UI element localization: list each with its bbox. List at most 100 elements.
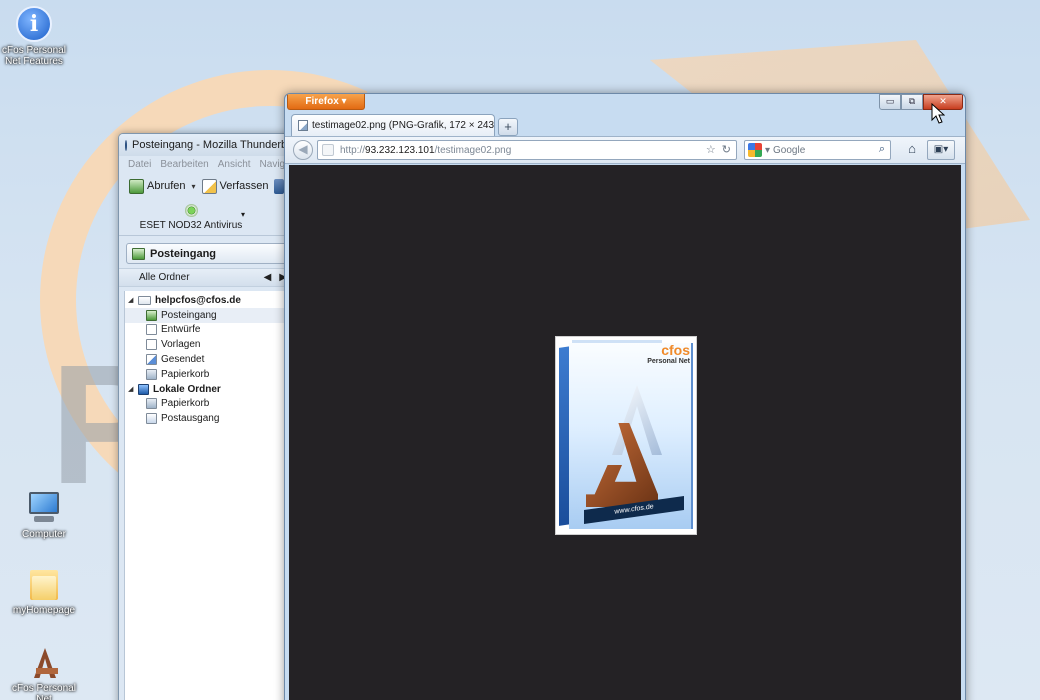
google-icon[interactable] [748,143,762,157]
trash-icon [146,398,157,410]
folder-icon [26,566,62,602]
folder-label: Vorlagen [161,339,201,351]
desktop-icon-cfos-personal-net[interactable]: cFos Personal Net [4,644,84,700]
folder-label: Gesendet [161,354,205,366]
eset-label: ESET NOD32 Antivirus [139,220,243,231]
expand-toggle[interactable]: ◢ [128,385,134,393]
menu-file[interactable]: Datei [128,159,151,170]
restore-button[interactable]: ⧉ [901,94,923,110]
mouse-cursor-icon [931,103,945,124]
desktop-icon-label: cFos Personal Net [12,683,76,700]
eset-status-icon [184,204,198,217]
inbox-icon [146,309,157,321]
tab-strip: testimage02.png (PNG-Grafik, 172 × 243 .… [291,113,518,136]
trash-icon [146,368,157,380]
window-title: Posteingang - Mozilla Thunderbird [132,139,294,151]
folder-label: Entwürfe [161,324,201,336]
search-bar[interactable]: ▾ Google ⌕ [744,140,891,160]
folder-inbox[interactable]: Posteingang [125,307,293,323]
home-icon[interactable]: ⌂ [901,140,923,160]
new-tab-button[interactable]: + [498,118,518,136]
firefox-menu-button[interactable]: Firefox ▾ [287,94,365,110]
address-book-icon[interactable] [274,178,285,194]
menu-bar: Datei Bearbeiten Ansicht Navigation [119,156,293,172]
folder-pane-header: Alle Ordner ◀ ▶ [119,268,293,287]
tab-testimage[interactable]: testimage02.png (PNG-Grafik, 172 × 243 .… [291,114,495,136]
folder-local-folders[interactable]: ◢ Lokale Ordner [125,382,293,397]
minimize-button[interactable]: ▭ [879,94,901,110]
expand-toggle[interactable]: ◢ [128,296,134,304]
desktop-icon-computer[interactable]: Computer [4,490,84,540]
bookmark-star-icon[interactable]: ☆ [706,143,716,156]
search-engine-dropdown[interactable]: ▾ [765,145,770,156]
folder-templates[interactable]: Vorlagen [125,337,293,352]
templates-icon [146,339,157,351]
url-scheme: http:// [340,144,366,156]
tab-title: testimage02.png (PNG-Grafik, 172 × 243 .… [312,120,495,131]
cfos-logo: cfos Personal Net [647,342,690,365]
reload-icon[interactable]: ↻ [722,143,731,156]
get-mail-button[interactable]: Abrufen [129,178,186,194]
account-icon [138,295,151,305]
cfos-brand-text: cfos [661,342,690,358]
desktop-icon-label: Computer [22,529,66,540]
write-label: Verfassen [219,180,269,192]
mail-toolbar: Abrufen ▾ Verfassen [119,172,293,200]
sent-icon [146,354,157,366]
computer-icon [26,490,62,526]
folder-outbox[interactable]: Postausgang [125,411,293,426]
folder-label: Lokale Ordner [153,383,221,395]
folder-label: Papierkorb [161,368,210,380]
menu-edit[interactable]: Bearbeiten [160,159,208,170]
cfos-app-icon [26,644,62,680]
firefox-window[interactable]: Firefox ▾ ▭ ⧉ ✕ testimage02.png (PNG-Gra… [284,93,966,700]
search-icon[interactable]: ⌕ [879,143,885,156]
info-icon: i [16,6,52,42]
site-identity-icon[interactable] [322,144,334,156]
current-folder-button[interactable]: Posteingang [126,243,287,264]
bookmarks-menu-button[interactable]: ▣▾ [927,140,955,160]
page-content: cfos Personal Net www.cfos.de [289,165,961,700]
folder-pane-title: Alle Ordner [139,272,190,283]
menu-view[interactable]: Ansicht [218,159,251,170]
url-bar[interactable]: http://93.232.123.101/testimage02.png ☆ … [317,140,737,160]
drafts-icon [146,324,157,336]
compose-icon [201,178,217,194]
outbox-icon [146,413,157,425]
folder-account[interactable]: ◢ helpcfos@cfos.de [125,293,293,308]
desktop-icon-label: cFos Personal Net Features [2,45,66,67]
write-button[interactable]: Verfassen [201,178,269,194]
get-mail-dropdown[interactable]: ▾ [192,182,196,191]
back-button[interactable]: ◀ [293,140,313,160]
folder-drafts[interactable]: Entwürfe [125,323,293,338]
displayed-png-image[interactable]: cfos Personal Net www.cfos.de [555,336,697,535]
desktop-icon-cfos-features[interactable]: i cFos Personal Net Features [0,6,74,67]
url-text[interactable]: http://93.232.123.101/testimage02.png [340,145,511,156]
thunderbird-logo-icon [125,139,127,151]
url-host: 93.232.123.101 [365,144,435,156]
folder-label: helpcfos@cfos.de [155,294,241,306]
desktop-icon-label: myHomepage [12,605,76,616]
folder-label: Papierkorb [161,398,210,410]
thunderbird-titlebar[interactable]: Posteingang - Mozilla Thunderbird [119,134,293,156]
folder-tree: ◢ helpcfos@cfos.de Posteingang Entwürfe … [124,291,293,700]
folder-sent[interactable]: Gesendet [125,352,293,367]
folder-trash[interactable]: Papierkorb [125,367,293,382]
search-placeholder: Google [773,144,806,156]
local-folders-icon [138,383,149,395]
inbox-icon [132,247,145,260]
eset-dropdown[interactable]: ▾ [241,210,245,219]
folder-label: Postausgang [161,413,220,425]
get-mail-icon [129,178,144,194]
folder-view-prev-button[interactable]: ◀ [264,272,272,283]
folder-label: Posteingang [161,309,217,321]
window-controls: ▭ ⧉ ✕ [879,94,963,110]
current-folder-label: Posteingang [150,247,217,260]
navigation-toolbar: ◀ http://93.232.123.101/testimage02.png … [285,136,965,164]
url-path: /testimage02.png [434,144,512,156]
folder-local-trash[interactable]: Papierkorb [125,397,293,412]
thunderbird-window[interactable]: Posteingang - Mozilla Thunderbird Datei … [118,133,294,700]
eset-toolbar-button[interactable]: ESET NOD32 Antivirus ▾ [119,200,293,236]
desktop-icon-myhomepage[interactable]: myHomepage [4,566,84,616]
image-file-icon [298,120,308,131]
